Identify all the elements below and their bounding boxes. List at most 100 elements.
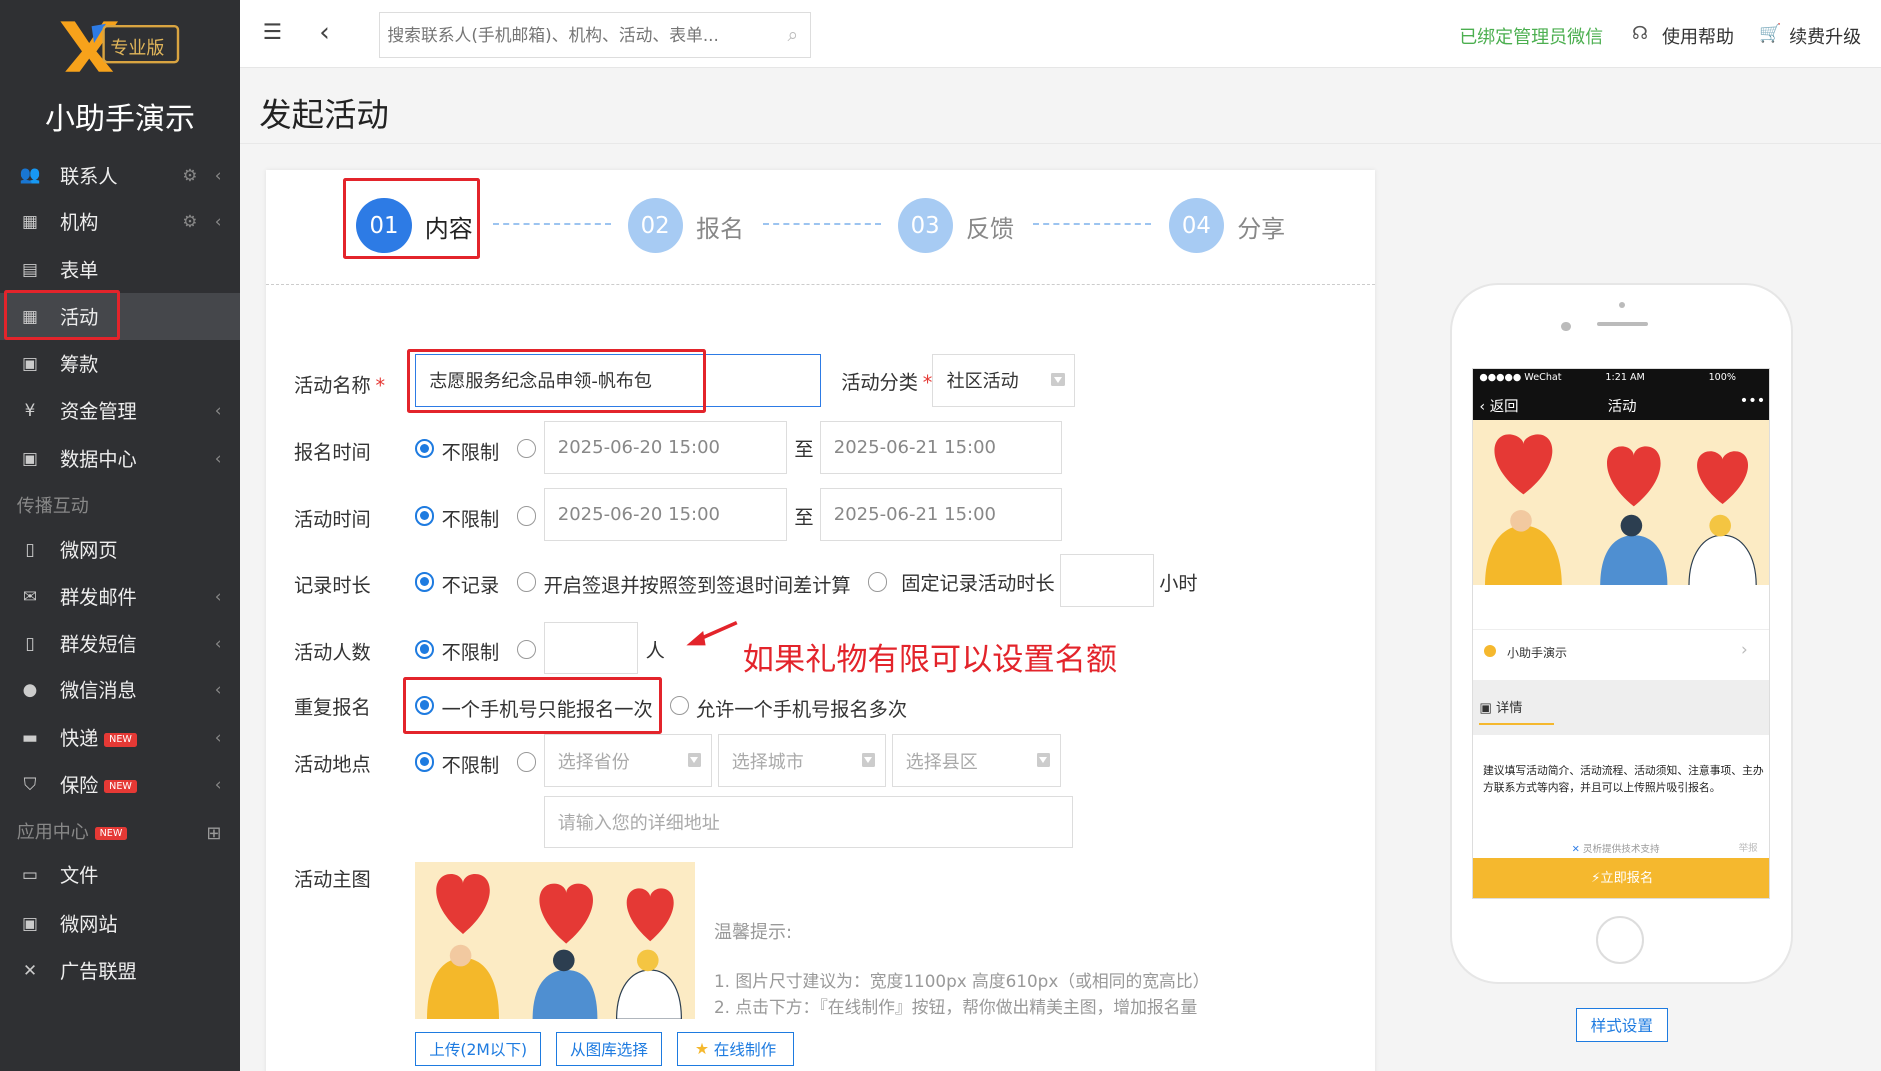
count-unlimited-radio[interactable] [415,639,435,659]
tip-1: 1. 图片尺寸建议为：宽度1100px 高度610px（或相同的宽高比） [714,971,1210,992]
grid-icon[interactable]: ⊞ [206,823,221,844]
chevron-left-icon: ‹ [214,632,222,653]
detail-tab[interactable]: ▣ 详情 [1479,697,1554,726]
gear-icon[interactable]: ⚙ [182,211,197,231]
gear-icon[interactable]: ⚙ [182,165,197,185]
record-fixed-text: 固定记录活动时长 [901,571,1055,595]
hours-input[interactable] [1059,554,1155,608]
app-logo[interactable]: 专业版 [58,19,183,72]
bound-wechat-link[interactable]: 已绑定管理员微信 [1459,23,1603,49]
act-time-unlimited-radio[interactable] [415,506,435,526]
search-input[interactable] [380,13,765,57]
sidebar-item-forms[interactable]: ▤ 表单 [0,246,240,293]
step-2-label[interactable]: 报名 [696,209,744,244]
sidebar-item-funds[interactable]: ¥ 资金管理 ‹ [0,386,240,433]
folder-icon: ▭ [22,864,38,885]
address-input[interactable]: 请输入您的详细地址 [543,795,1073,849]
record-diff-radio[interactable] [517,572,537,592]
repeat-label: 重复报名 [294,696,371,720]
district-select[interactable]: 选择县区 [891,734,1061,788]
clock-text: 1:21 AM [1605,371,1645,383]
sidebar-item-express[interactable]: ▬ 快递 NEW ‹ [0,714,240,761]
reg-time-unlimited-text: 不限制 [441,440,500,464]
step-connector [1033,223,1151,225]
sidebar-item-contacts[interactable]: 👥 联系人 ⚙ ‹ [0,151,240,198]
phone-icon: ▯ [25,632,35,653]
count-input[interactable] [543,621,639,675]
place-select-radio[interactable] [517,752,537,772]
city-select[interactable]: 选择城市 [717,734,886,788]
repeat-multi-radio[interactable] [669,696,689,716]
act-start-input[interactable]: 2025-06-20 15:00 [543,488,788,542]
sidebar-item-label: 微信消息 [60,679,137,703]
reg-end-input[interactable]: 2025-06-21 15:00 [819,421,1062,474]
phone-camera [1561,321,1571,332]
reg-start-input[interactable]: 2025-06-20 15:00 [543,421,788,474]
record-fixed-radio[interactable] [867,572,887,592]
online-make-button[interactable]: ★ 在线制作 [676,1032,795,1066]
category-select[interactable]: 社区活动 [932,354,1076,407]
dropdown-arrow-icon [1037,753,1051,767]
preview-image [1473,419,1769,586]
act-time-range-radio[interactable] [517,506,537,526]
sidebar-item-insurance[interactable]: ⛉ 保险 NEW ‹ [0,761,240,808]
place-label: 活动地点 [294,752,371,776]
repeat-multi-text: 允许一个手机号报名多次 [696,697,908,721]
sidebar-item-ads[interactable]: ✕ 广告联盟 [0,947,240,994]
back-link[interactable]: ‹ 返回 [1479,395,1518,416]
sidebar-item-data[interactable]: ▣ 数据中心 ‹ [0,434,240,481]
yen-icon: ¥ [24,399,36,420]
building-icon: ▦ [22,211,38,232]
count-limit-radio[interactable] [517,639,537,659]
upload-button[interactable]: 上传(2M以下) [415,1032,542,1066]
gallery-button[interactable]: 从图库选择 [555,1032,663,1066]
count-unlimited-text: 不限制 [441,641,500,665]
search-box: ⌕ [379,12,812,58]
signup-button[interactable]: ⚡立即报名 [1473,857,1769,898]
hamburger-icon[interactable]: ☰ [263,20,282,45]
detail-text: 建议填写活动简介、活动流程、活动须知、注意事项、主办方联系方式等内容，并且可以上… [1482,763,1764,794]
chevron-left-icon[interactable]: ‹ [319,17,330,48]
sidebar-item-micropage[interactable]: ▯ 微网页 [0,526,240,573]
step-2-circle[interactable]: 02 [627,198,683,254]
shield-icon: ⛉ [23,773,37,794]
chevron-left-icon: ‹ [214,679,222,700]
place-unlimited-radio[interactable] [415,752,435,772]
sidebar-item-mail[interactable]: ✉ 群发邮件 ‹ [0,572,240,619]
sidebar-item-org[interactable]: ▦ 机构 ⚙ ‹ [0,198,240,245]
steps-divider [266,284,1376,286]
highlight-box-step [343,177,480,260]
more-icon[interactable]: ••• [1740,393,1765,409]
status-bar: ●●●●● WeChat 1:21 AM 100% [1473,369,1769,389]
category-label: 活动分类 * [841,371,933,395]
place-unlimited-text: 不限制 [441,754,500,777]
step-3-circle[interactable]: 03 [897,198,953,254]
people-unit: 人 [645,638,665,662]
tip-title: 温馨提示: [714,922,793,943]
org-row[interactable]: 小助手演示 › [1473,628,1769,677]
sidebar-item-site[interactable]: ▣ 微网站 [0,900,240,947]
style-settings-button[interactable]: 样式设置 [1575,1008,1668,1042]
record-label: 记录时长 [294,574,371,597]
step-4-circle[interactable]: 04 [1168,198,1224,254]
sidebar-item-sms[interactable]: ▯ 群发短信 ‹ [0,619,240,666]
step-4-label[interactable]: 分享 [1237,209,1285,244]
sidebar-item-files[interactable]: ▭ 文件 [0,851,240,898]
step-connector [493,223,611,225]
district-text: 选择县区 [905,751,978,773]
act-end-input[interactable]: 2025-06-21 15:00 [819,488,1062,542]
sidebar-item-wechat[interactable]: ● 微信消息 ‹ [0,666,240,713]
sidebar-item-label: 表单 [60,259,99,283]
no-record-radio[interactable] [415,572,435,592]
activity-name-label-text: 活动名称 [294,373,371,397]
search-icon[interactable]: ⌕ [787,23,798,46]
section-apps-label: 应用中心 [16,822,89,844]
step-3-label[interactable]: 反馈 [966,209,1014,244]
new-badge: NEW [104,733,137,747]
renew-link[interactable]: 续费升级 [1789,23,1861,49]
sidebar-item-fundraise[interactable]: ▣ 筹款 [0,340,240,387]
carrier-text: ●●●●● WeChat [1479,371,1562,383]
province-select[interactable]: 选择省份 [543,734,712,788]
report-link[interactable]: 举报 [1739,840,1758,854]
help-link[interactable]: 使用帮助 [1662,23,1734,49]
